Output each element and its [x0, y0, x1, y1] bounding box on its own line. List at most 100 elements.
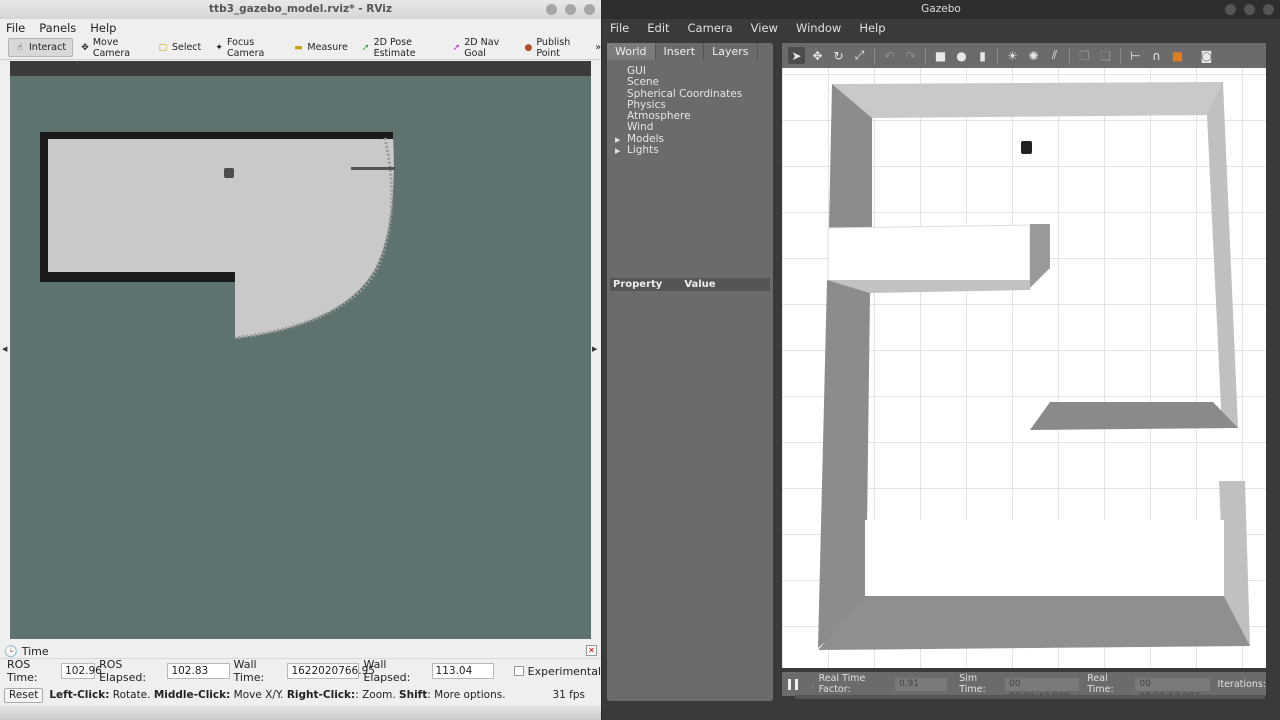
rviz-window-title: ttb3_gazebo_model.rviz* - RViz	[209, 3, 392, 15]
sim-time-label: Sim Time:	[959, 673, 986, 695]
checkbox-box[interactable]	[513, 666, 524, 676]
move-camera-icon: ✥	[81, 42, 89, 53]
experimental-checkbox[interactable]: Experimental	[513, 665, 601, 678]
rviz-menubar: File Panels Help	[0, 19, 601, 36]
publish-point-tool-button[interactable]: ● Publish Point	[519, 36, 590, 59]
menu-edit[interactable]: Edit	[647, 21, 669, 35]
redo-icon[interactable]: ↷	[902, 47, 919, 64]
desktop-strip	[0, 705, 601, 720]
select-tool-button[interactable]: ▢ Select	[152, 38, 207, 57]
gazebo-menubar: File Edit Camera View Window Help	[602, 19, 1280, 37]
gazebo-toolbar: ➤ ✥ ↻ ⤢ ↶ ↷ ■ ● ▮ ☀ ✺ ⫽ ❐ ❏ ⊢ ∩ ■ ◙	[782, 43, 1266, 68]
toolbar-separator	[1069, 47, 1070, 64]
right-panel-collapse-icon[interactable]: ▶	[592, 345, 597, 353]
horizontal-scrollbar[interactable]	[795, 695, 1265, 699]
pose-estimate-tool-button[interactable]: ➚ 2D Pose Estimate	[356, 36, 445, 59]
tab-layers[interactable]: Layers	[704, 43, 758, 60]
gazebo-left-panel: World Insert Layers GUI Scene Spherical …	[607, 43, 773, 701]
move-camera-tool-button[interactable]: ✥ Move Camera	[75, 37, 150, 59]
map-obstacle	[351, 167, 395, 170]
gazebo-bottom-bar: . Real Time Factor: 0.91 Sim Time: 00 00…	[782, 672, 1266, 702]
measure-tool-button[interactable]: ▬ Measure	[287, 38, 353, 57]
align-icon[interactable]: ⊢	[1127, 47, 1144, 64]
close-button[interactable]	[584, 4, 595, 15]
time-panel-title: Time	[21, 644, 49, 658]
copy-icon[interactable]: ❐	[1076, 47, 1093, 64]
world-tree: GUI Scene Spherical Coordinates Physics …	[607, 60, 773, 158]
maximize-button[interactable]	[1244, 4, 1255, 15]
turtlebot-model	[1021, 141, 1032, 154]
box-shape-icon[interactable]: ■	[932, 47, 949, 64]
sphere-shape-icon[interactable]: ●	[953, 47, 970, 64]
map-free-space	[46, 136, 394, 338]
hint-text: : More options.	[427, 689, 506, 701]
ros-time-label: ROS Time:	[7, 658, 38, 684]
menu-file[interactable]: File	[6, 21, 25, 35]
menu-help[interactable]: Help	[859, 21, 885, 35]
select-icon: ▢	[158, 42, 168, 53]
ros-time-field[interactable]: 102.96	[61, 663, 102, 679]
scale-mode-icon[interactable]: ⤢	[851, 47, 868, 64]
focus-camera-tool-button[interactable]: ✦ Focus Camera	[209, 36, 285, 59]
menu-help[interactable]: Help	[90, 21, 116, 35]
paste-icon[interactable]: ❏	[1097, 47, 1114, 64]
ros-elapsed-label: ROS Elapsed:	[99, 658, 147, 684]
point-light-icon[interactable]: ☀	[1004, 47, 1021, 64]
interact-tool-button[interactable]: ☝ Interact	[8, 38, 74, 57]
rviz-3d-view[interactable]	[10, 61, 591, 639]
rviz-status-bar: Reset Left-Click: Rotate. Middle-Click: …	[0, 686, 601, 704]
translate-mode-icon[interactable]: ✥	[809, 47, 826, 64]
rotate-mode-icon[interactable]: ↻	[830, 47, 847, 64]
tool-label: 2D Pose Estimate	[373, 36, 416, 59]
directional-light-icon[interactable]: ⫽	[1046, 47, 1063, 64]
step-icon[interactable]: .	[812, 679, 815, 690]
screenshot-icon[interactable]: ◙	[1198, 47, 1215, 64]
tool-label: Publish Point	[536, 36, 571, 59]
toolbar-overflow-button[interactable]: »	[595, 42, 601, 53]
occupancy-grid-map	[40, 132, 395, 340]
map-pin-icon: ●	[524, 42, 533, 53]
pause-icon[interactable]	[788, 678, 798, 690]
nav-goal-tool-button[interactable]: ➚ 2D Nav Goal	[447, 37, 517, 59]
tab-world[interactable]: World	[607, 43, 656, 60]
wall-left-lower	[818, 280, 870, 648]
snap-icon[interactable]: ∩	[1148, 47, 1165, 64]
wall-elapsed-field[interactable]: 113.04	[431, 663, 494, 679]
menu-panels[interactable]: Panels	[39, 21, 76, 35]
tool-label: Focus Camera	[227, 36, 265, 59]
gazebo-3d-scene[interactable]	[782, 68, 1266, 668]
wall-elapsed-label: Wall Elapsed:	[363, 658, 411, 684]
change-view-icon[interactable]: ■	[1169, 47, 1186, 64]
toolbar-separator	[925, 47, 926, 64]
minimize-button[interactable]	[546, 4, 557, 15]
menu-camera[interactable]: Camera	[688, 21, 733, 35]
menu-window[interactable]: Window	[796, 21, 841, 35]
toolbar-separator	[874, 47, 875, 64]
hint-text: : Zoom.	[355, 689, 396, 701]
menu-view[interactable]: View	[751, 21, 778, 35]
menu-file[interactable]: File	[610, 21, 629, 35]
tab-insert[interactable]: Insert	[656, 43, 705, 60]
toolbar-separator	[997, 47, 998, 64]
reset-button[interactable]: Reset	[4, 687, 44, 703]
minimize-button[interactable]	[1225, 4, 1236, 15]
rviz-window: ttb3_gazebo_model.rviz* - RViz File Pane…	[0, 0, 601, 720]
spot-light-icon[interactable]: ✺	[1025, 47, 1042, 64]
tree-item-scene[interactable]: Scene	[621, 76, 773, 88]
cylinder-shape-icon[interactable]: ▮	[974, 47, 991, 64]
world-render	[782, 68, 1266, 668]
close-button[interactable]	[1263, 4, 1274, 15]
ros-elapsed-field[interactable]: 102.83	[167, 663, 230, 679]
tool-label: Select	[171, 42, 202, 53]
close-icon[interactable]: ✕	[586, 645, 597, 656]
undo-icon[interactable]: ↶	[881, 47, 898, 64]
hint-key: Left-Click:	[49, 689, 110, 701]
tree-item-lights[interactable]: Lights	[615, 144, 773, 157]
left-panel-collapse-icon[interactable]: ◀	[2, 345, 7, 353]
wall-time-field[interactable]: 1622020766.95	[287, 663, 375, 679]
maximize-button[interactable]	[565, 4, 576, 15]
clock-icon: 🕒	[4, 644, 18, 658]
gazebo-tabs: World Insert Layers	[607, 43, 773, 60]
select-mode-icon[interactable]: ➤	[788, 47, 805, 64]
rviz-toolbar: ☝ Interact ✥ Move Camera ▢ Select ✦ Focu…	[0, 36, 601, 60]
